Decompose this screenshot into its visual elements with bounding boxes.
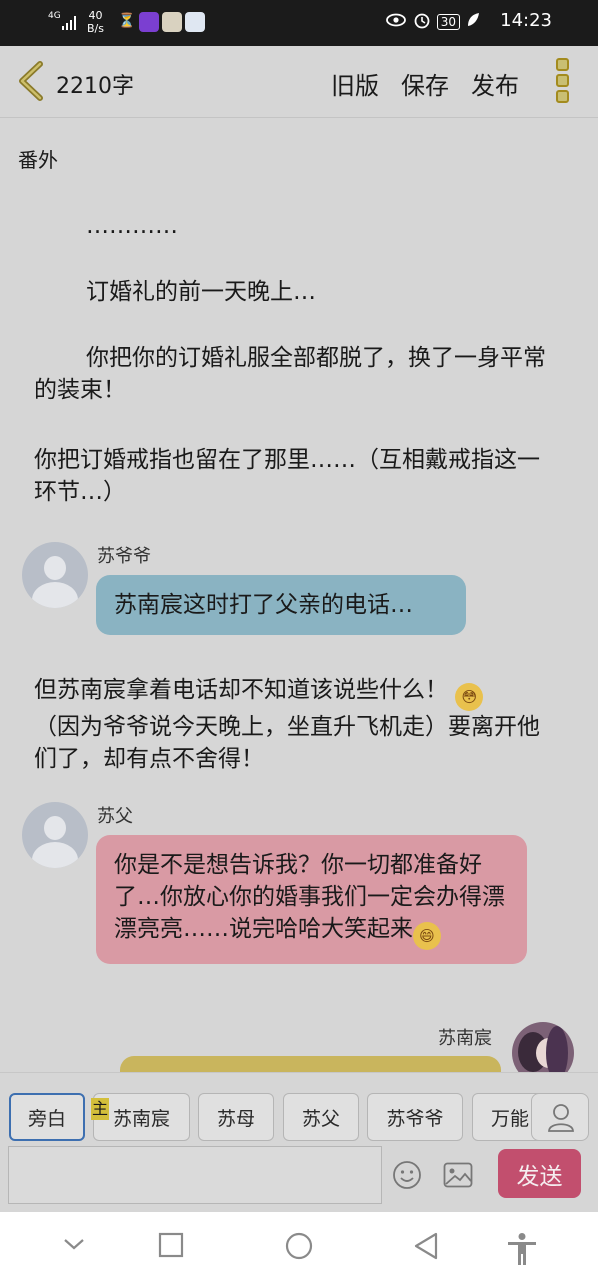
chat-bubble[interactable] [120,1056,501,1072]
message-input[interactable] [8,1146,382,1204]
battery-icon: 30 [436,14,460,30]
grinning-emoji-icon: 😄 [413,922,441,950]
role-chip[interactable]: 苏母 [198,1093,274,1141]
main-role-badge: 主 [91,1098,109,1120]
emoji-icon[interactable] [392,1160,422,1190]
avatar-placeholder[interactable] [22,542,88,608]
accessibility-icon[interactable] [506,1232,538,1266]
alarm-icon [413,11,431,33]
avatar-image[interactable] [512,1022,574,1072]
image-icon[interactable] [443,1162,473,1188]
speaker-name: 苏南宸 [438,1028,492,1049]
narration-text: 但苏南宸拿着电话却不知道该说些什么！ [34,677,448,703]
composer-panel: 旁白 苏南宸 苏母 苏父 苏爷爷 万能 发送 [0,1072,598,1212]
leaf-icon [466,12,480,32]
system-nav-bar [0,1212,598,1280]
role-chip[interactable]: 旁白 [9,1093,85,1141]
flushed-emoji-icon: 😳 [455,683,484,711]
signal-icon [62,14,78,30]
story-content: 番外 ………… 订婚礼的前一天晚上… 你把你的订婚礼服全部都脱了，换了一身平常的… [0,118,598,1072]
back-icon[interactable] [14,60,48,102]
home-icon[interactable] [285,1232,313,1260]
back-nav-icon[interactable] [413,1232,439,1260]
narration-paragraph: 你把订婚戒指也留在了那里……（互相戴戒指这一环节…） [34,447,540,505]
net-speed: 40 B/s [87,9,104,35]
publish-button[interactable]: 发布 [471,66,519,101]
word-count: 2210字 [56,74,134,99]
editor-header: 2210字 旧版 保存 发布 [0,46,598,118]
chevron-down-icon[interactable] [62,1232,86,1256]
hourglass-icon: ⏳ [118,13,136,29]
role-chip[interactable]: 苏父 [283,1093,359,1141]
chat-bubble[interactable]: 苏南宸这时打了父亲的电话… [96,575,466,635]
avatar-placeholder[interactable] [22,802,88,868]
eye-icon [385,12,407,32]
clock: 14:23 [500,10,552,31]
status-bar: 4G 40 B/s ⏳ 30 14:23 [0,0,598,46]
baidu-app-icon [185,12,205,32]
narration-paragraph: ………… [86,213,178,239]
speaker-name: 苏父 [97,806,133,827]
narration-paragraph: 但苏南宸拿着电话却不知道该说些什么！ 😳 （因为爷爷说今天晚上，坐直升飞机走）要… [34,674,554,775]
send-button[interactable]: 发送 [498,1149,581,1198]
chat-bubble[interactable]: 你是不是想告诉我？你一切都准备好了…你放心你的婚事我们一定会办得漂漂亮亮……说完… [96,835,527,964]
person-icon [548,1104,574,1132]
role-chip[interactable]: 苏爷爷 [367,1093,463,1141]
section-title: 番外 [18,148,58,172]
narration-text: （因为爷爷说今天晚上，坐直升飞机走）要离开他们了，却有点不舍得！ [34,714,540,772]
recents-icon[interactable] [158,1232,184,1258]
video-app-icon [139,12,159,32]
more-menu-icon[interactable] [556,58,572,106]
chat-bubble-text: 你是不是想告诉我？你一切都准备好了…你放心你的婚事我们一定会办得漂漂亮亮……说完… [114,852,505,942]
narration-paragraph: 订婚礼的前一天晚上… [86,279,316,305]
role-manage-button[interactable] [531,1093,589,1141]
narration-paragraph: 你把你的订婚礼服全部都脱了，换了一身平常的装束！ [34,345,546,403]
save-button[interactable]: 保存 [401,66,449,101]
old-version-button[interactable]: 旧版 [331,66,379,101]
signal-label: 4G [48,11,61,21]
game-app-icon [162,12,182,32]
speaker-name: 苏爷爷 [97,546,151,567]
net-speed-unit: B/s [87,22,104,35]
net-speed-value: 40 [88,9,103,22]
